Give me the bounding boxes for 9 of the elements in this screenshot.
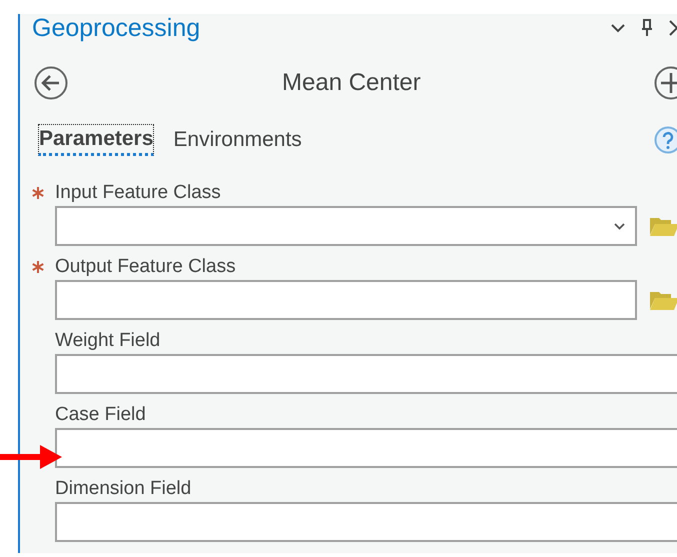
field-label: Output Feature Class <box>55 256 236 278</box>
tab[interactable]: Parameters <box>38 124 154 156</box>
field-label: Input Feature Class <box>55 182 221 204</box>
field-label: Dimension Field <box>55 478 192 500</box>
tool-title: Mean Center <box>282 69 421 97</box>
field-label: Weight Field <box>55 330 160 352</box>
field-label: Case Field <box>55 404 146 426</box>
pane-title: Geoprocessing <box>32 14 200 42</box>
tab[interactable]: Environments <box>172 125 303 155</box>
